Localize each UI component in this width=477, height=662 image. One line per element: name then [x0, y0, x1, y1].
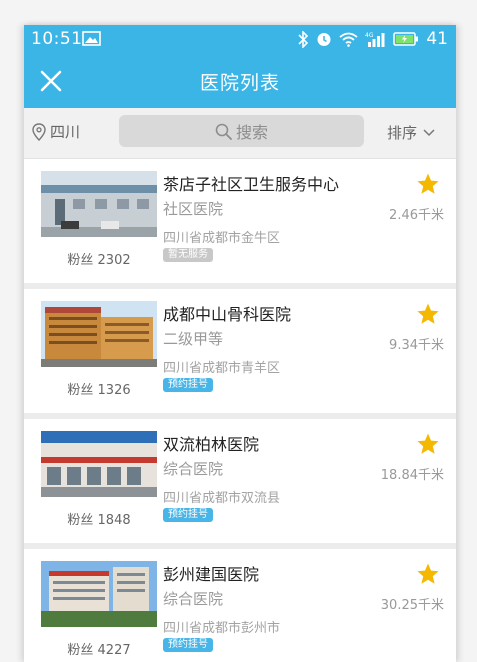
search-placeholder: 搜索: [235, 123, 268, 142]
search-input[interactable]: 搜索: [119, 115, 364, 147]
search-bar: 四川 搜索 排序: [24, 108, 456, 159]
location-label: 四川: [50, 123, 81, 141]
star-icon[interactable]: [416, 302, 440, 326]
bluetooth-icon: [298, 30, 309, 48]
sort-button[interactable]: 排序: [387, 122, 435, 143]
appointment-badge[interactable]: 预约挂号: [163, 638, 213, 652]
hospital-address: 四川省成都市青羊区: [163, 361, 281, 376]
hospital-card[interactable]: 粉丝 1326 成都中山骨科医院 二级甲等 四川省成都市青羊区 预约挂号 9.3…: [24, 289, 456, 419]
hospital-address: 四川省成都市金牛区: [163, 231, 281, 246]
search-icon: [215, 123, 232, 140]
distance: 2.46千米: [389, 208, 444, 223]
phone-screen: 10:51 4G 41 医院列表 四川 搜索 排序 粉丝 2302 茶店子社区卫…: [24, 25, 456, 662]
signal-4g-icon: 4G: [365, 32, 385, 47]
nav-bar: 医院列表: [24, 54, 456, 108]
distance: 30.25千米: [380, 598, 444, 613]
hospital-card[interactable]: 粉丝 2302 茶店子社区卫生服务中心 社区医院 四川省成都市金牛区 暂无服务 …: [24, 159, 456, 289]
hospital-name: 双流柏林医院: [163, 435, 260, 454]
hospital-card[interactable]: 粉丝 1848 双流柏林医院 综合医院 四川省成都市双流县 预约挂号 18.84…: [24, 419, 456, 549]
hospital-level: 社区医院: [163, 200, 224, 218]
hospital-card[interactable]: 粉丝 4227 彭州建国医院 综合医院 四川省成都市彭州市 预约挂号 30.25…: [24, 549, 456, 662]
sort-label: 排序: [387, 124, 418, 142]
hospital-name: 成都中山骨科医院: [163, 305, 292, 324]
page-title: 医院列表: [199, 72, 280, 94]
hospital-photo: [41, 561, 157, 627]
battery-percentage: 41: [426, 29, 448, 49]
hospital-name: 彭州建国医院: [163, 565, 260, 584]
hospital-photo: [41, 171, 157, 237]
hospital-list: 粉丝 2302 茶店子社区卫生服务中心 社区医院 四川省成都市金牛区 暂无服务 …: [24, 159, 456, 662]
distance: 9.34千米: [389, 338, 444, 353]
star-icon[interactable]: [416, 432, 440, 456]
hospital-photo: [41, 301, 157, 367]
service-badge: 暂无服务: [163, 248, 213, 262]
fans-count: 粉丝 1848: [67, 513, 131, 528]
star-icon[interactable]: [416, 172, 440, 196]
hospital-level: 综合医院: [163, 460, 224, 478]
appointment-badge[interactable]: 预约挂号: [163, 508, 213, 522]
status-bar: 10:51 4G 41: [24, 25, 456, 54]
location-pin-icon: [32, 122, 46, 141]
distance: 18.84千米: [380, 468, 444, 483]
hospital-photo: [41, 431, 157, 497]
hospital-level: 综合医院: [163, 590, 224, 608]
svg-text:4G: 4G: [365, 32, 374, 39]
wifi-icon: [339, 32, 358, 47]
hospital-level: 二级甲等: [163, 330, 224, 348]
hospital-address: 四川省成都市彭州市: [163, 621, 281, 636]
fans-count: 粉丝 1326: [67, 383, 131, 398]
hospital-name: 茶店子社区卫生服务中心: [163, 175, 340, 194]
star-icon[interactable]: [416, 562, 440, 586]
alarm-icon: [317, 33, 331, 46]
status-time: 10:51: [31, 29, 83, 49]
chevron-down-icon: [423, 128, 435, 136]
battery-icon: [393, 32, 419, 46]
image-notification-icon: [82, 31, 101, 46]
fans-count: 粉丝 2302: [67, 253, 131, 268]
appointment-badge[interactable]: 预约挂号: [163, 378, 213, 392]
hospital-address: 四川省成都市双流县: [163, 491, 281, 506]
fans-count: 粉丝 4227: [67, 643, 131, 658]
location-selector[interactable]: 四川: [32, 121, 80, 142]
